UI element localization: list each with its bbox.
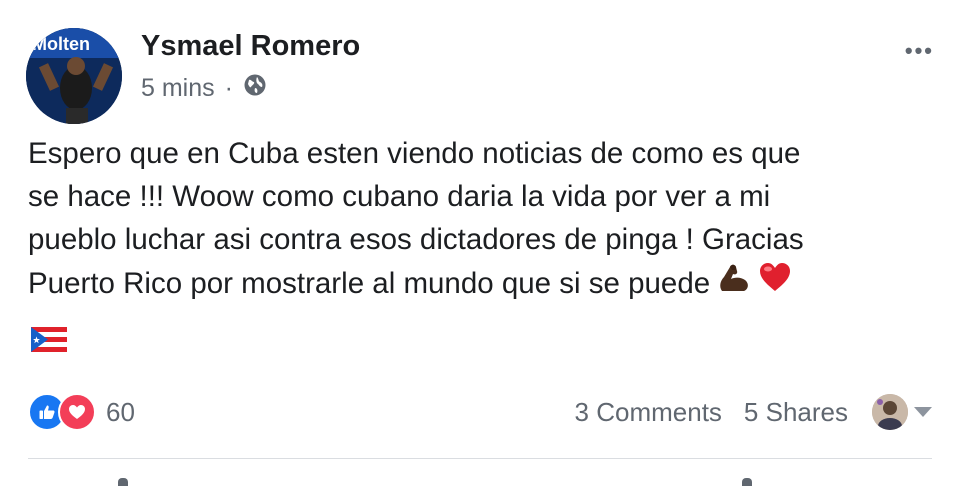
shares-count[interactable]: 5 Shares bbox=[744, 397, 848, 428]
chevron-down-icon[interactable] bbox=[914, 407, 932, 417]
post-text-line: pueblo luchar asi contra esos dictadores… bbox=[28, 223, 804, 256]
reaction-count: 60 bbox=[106, 396, 135, 427]
divider bbox=[28, 458, 932, 459]
post-stats: 60 3 Comments 5 Shares bbox=[28, 393, 932, 431]
love-reaction-icon bbox=[58, 393, 96, 431]
post-meta: 5 mins · bbox=[141, 73, 267, 104]
ellipsis-icon[interactable]: ••• bbox=[905, 38, 934, 64]
flexed-biceps-icon bbox=[716, 261, 752, 305]
post-text-line: se hace !!! Woow como cubano daria la vi… bbox=[28, 180, 771, 213]
share-action-icon[interactable] bbox=[742, 478, 752, 486]
post-text-line: Puerto Rico por mostrarle al mundo que s… bbox=[28, 266, 711, 300]
globe-icon bbox=[243, 73, 267, 104]
red-heart-icon bbox=[758, 261, 792, 305]
viewer-avatar[interactable] bbox=[872, 394, 908, 430]
meta-separator: · bbox=[224, 74, 233, 102]
like-action-icon[interactable] bbox=[118, 478, 128, 486]
post-time[interactable]: 5 mins bbox=[141, 74, 215, 103]
post-text: Espero que en Cuba esten viendo noticias… bbox=[28, 132, 928, 305]
comments-count[interactable]: 3 Comments bbox=[575, 397, 722, 428]
author-name[interactable]: Ysmael Romero bbox=[141, 30, 360, 63]
post-text-line-last: Puerto Rico por mostrarle al mundo que s… bbox=[28, 261, 928, 305]
puerto-rico-flag-icon bbox=[31, 327, 67, 352]
svg-text:Molten: Molten bbox=[32, 34, 90, 54]
engagement-summary: 3 Comments 5 Shares bbox=[575, 394, 932, 430]
post-text-line: Espero que en Cuba esten viendo noticias… bbox=[28, 137, 801, 170]
author-avatar[interactable]: Molten bbox=[26, 28, 122, 124]
reactions-summary[interactable]: 60 bbox=[28, 393, 135, 431]
